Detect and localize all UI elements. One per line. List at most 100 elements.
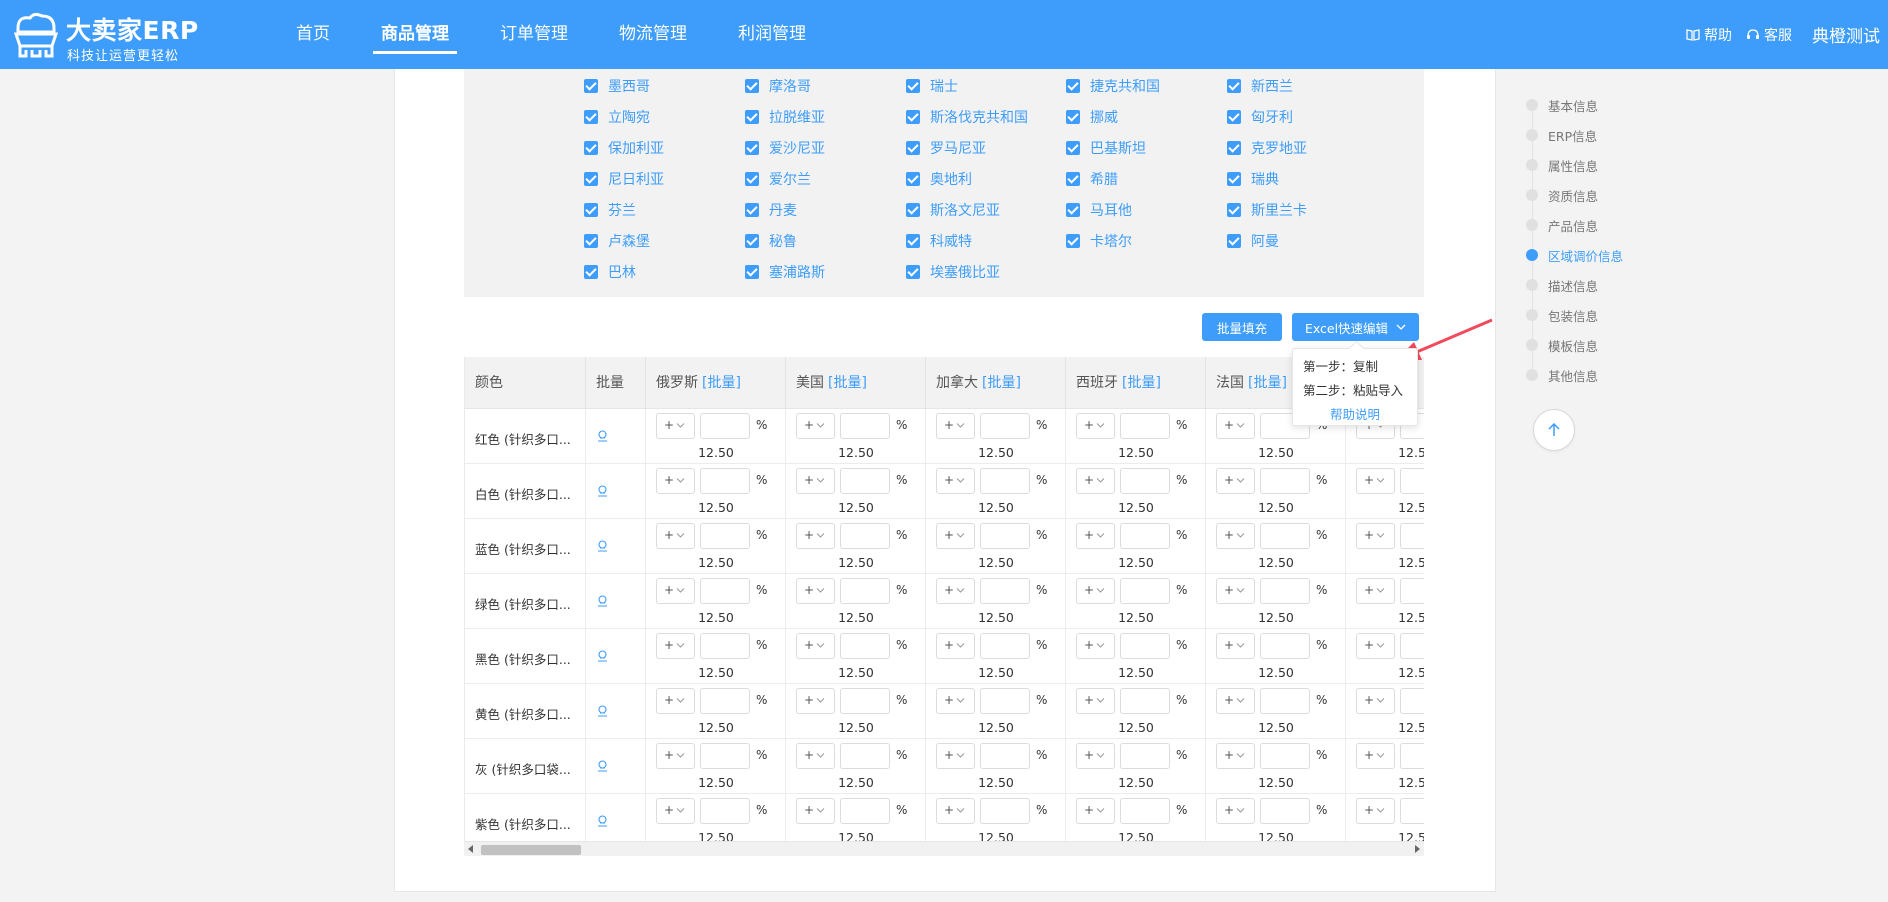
nav-item[interactable]: 订单管理	[484, 0, 584, 69]
operator-select[interactable]: +	[1076, 633, 1115, 659]
dropdown-step2-paste[interactable]: 第二步：粘贴导入	[1303, 380, 1403, 399]
operator-select[interactable]: +	[1076, 798, 1115, 824]
adjust-percent-input[interactable]	[840, 633, 890, 659]
country-checkbox[interactable]: 瑞士	[906, 76, 958, 96]
operator-select[interactable]: +	[1076, 578, 1115, 604]
adjust-percent-input[interactable]	[980, 468, 1030, 494]
country-checkbox[interactable]: 克罗地亚	[1227, 138, 1307, 158]
operator-select[interactable]: +	[796, 578, 835, 604]
operator-select[interactable]: +	[1356, 743, 1395, 769]
batch-edit-icon[interactable]	[597, 430, 608, 442]
operator-select[interactable]: +	[1216, 523, 1255, 549]
adjust-percent-input[interactable]	[1260, 688, 1310, 714]
country-checkbox[interactable]: 卡塔尔	[1066, 231, 1132, 251]
operator-select[interactable]: +	[796, 798, 835, 824]
batch-edit-icon[interactable]	[597, 815, 608, 827]
operator-select[interactable]: +	[1076, 743, 1115, 769]
adjust-percent-input[interactable]	[980, 523, 1030, 549]
country-checkbox[interactable]: 罗马尼亚	[906, 138, 986, 158]
operator-select[interactable]: +	[1216, 633, 1255, 659]
country-checkbox[interactable]: 埃塞俄比亚	[906, 262, 1000, 282]
anchor-link[interactable]: 基本信息	[1526, 95, 1598, 115]
country-checkbox[interactable]: 塞浦路斯	[745, 262, 825, 282]
adjust-percent-input[interactable]	[840, 578, 890, 604]
adjust-percent-input[interactable]	[700, 688, 750, 714]
operator-select[interactable]: +	[1076, 688, 1115, 714]
operator-select[interactable]: +	[656, 578, 695, 604]
anchor-link[interactable]: 属性信息	[1526, 155, 1598, 175]
operator-select[interactable]: +	[1076, 523, 1115, 549]
horizontal-scrollbar[interactable]	[464, 841, 1424, 856]
operator-select[interactable]: +	[656, 468, 695, 494]
adjust-percent-input[interactable]	[1260, 633, 1310, 659]
operator-select[interactable]: +	[1216, 743, 1255, 769]
scroll-left-icon[interactable]	[468, 845, 474, 853]
operator-select[interactable]: +	[656, 743, 695, 769]
adjust-percent-input[interactable]	[840, 523, 890, 549]
adjust-percent-input[interactable]	[980, 688, 1030, 714]
anchor-link[interactable]: 描述信息	[1526, 275, 1598, 295]
nav-item[interactable]: 物流管理	[603, 0, 703, 69]
operator-select[interactable]: +	[796, 468, 835, 494]
adjust-percent-input[interactable]	[840, 468, 890, 494]
country-checkbox[interactable]: 巴林	[584, 262, 636, 282]
batch-edit-icon[interactable]	[597, 650, 608, 662]
operator-select[interactable]: +	[656, 798, 695, 824]
adjust-percent-input[interactable]	[840, 798, 890, 824]
anchor-link[interactable]: 资质信息	[1526, 185, 1598, 205]
operator-select[interactable]: +	[1216, 688, 1255, 714]
operator-select[interactable]: +	[936, 413, 975, 439]
adjust-percent-input[interactable]	[980, 743, 1030, 769]
country-checkbox[interactable]: 捷克共和国	[1066, 76, 1160, 96]
country-checkbox[interactable]: 尼日利亚	[584, 169, 664, 189]
adjust-percent-input[interactable]	[1120, 578, 1170, 604]
adjust-percent-input[interactable]	[980, 633, 1030, 659]
country-checkbox[interactable]: 科威特	[906, 231, 972, 251]
country-checkbox[interactable]: 马耳他	[1066, 200, 1132, 220]
batch-edit-icon[interactable]	[597, 595, 608, 607]
adjust-percent-input[interactable]	[1400, 578, 1424, 604]
operator-select[interactable]: +	[1076, 468, 1115, 494]
batch-link[interactable]: [批量]	[1248, 375, 1287, 391]
country-checkbox[interactable]: 拉脱维亚	[745, 107, 825, 127]
adjust-percent-input[interactable]	[1120, 688, 1170, 714]
operator-select[interactable]: +	[936, 798, 975, 824]
operator-select[interactable]: +	[1216, 578, 1255, 604]
operator-select[interactable]: +	[796, 688, 835, 714]
scrollbar-thumb[interactable]	[481, 845, 581, 855]
country-checkbox[interactable]: 芬兰	[584, 200, 636, 220]
operator-select[interactable]: +	[1356, 798, 1395, 824]
anchor-link[interactable]: 区域调价信息	[1526, 245, 1623, 265]
dropdown-step1-copy[interactable]: 第一步：复制	[1303, 356, 1378, 375]
batch-fill-button[interactable]: 批量填充	[1202, 313, 1282, 341]
batch-edit-icon[interactable]	[597, 485, 608, 497]
country-checkbox[interactable]: 爱尔兰	[745, 169, 811, 189]
operator-select[interactable]: +	[1216, 798, 1255, 824]
dropdown-help-link[interactable]: 帮助说明	[1293, 404, 1417, 423]
anchor-link[interactable]: ERP信息	[1526, 125, 1597, 145]
batch-link[interactable]: [批量]	[982, 375, 1021, 391]
country-checkbox[interactable]: 墨西哥	[584, 76, 650, 96]
adjust-percent-input[interactable]	[840, 688, 890, 714]
batch-edit-icon[interactable]	[597, 760, 608, 772]
country-checkbox[interactable]: 秘鲁	[745, 231, 797, 251]
country-checkbox[interactable]: 挪威	[1066, 107, 1118, 127]
operator-select[interactable]: +	[656, 413, 695, 439]
anchor-link[interactable]: 产品信息	[1526, 215, 1598, 235]
batch-edit-icon[interactable]	[597, 540, 608, 552]
nav-item[interactable]: 利润管理	[722, 0, 822, 69]
adjust-percent-input[interactable]	[1260, 743, 1310, 769]
country-checkbox[interactable]: 匈牙利	[1227, 107, 1293, 127]
country-checkbox[interactable]: 阿曼	[1227, 231, 1279, 251]
operator-select[interactable]: +	[1356, 688, 1395, 714]
adjust-percent-input[interactable]	[1120, 468, 1170, 494]
operator-select[interactable]: +	[1076, 413, 1115, 439]
user-name[interactable]: 典橙测试	[1812, 22, 1880, 47]
adjust-percent-input[interactable]	[700, 468, 750, 494]
adjust-percent-input[interactable]	[1260, 578, 1310, 604]
adjust-percent-input[interactable]	[1260, 798, 1310, 824]
operator-select[interactable]: +	[1356, 523, 1395, 549]
operator-select[interactable]: +	[936, 578, 975, 604]
batch-edit-icon[interactable]	[597, 705, 608, 717]
adjust-percent-input[interactable]	[1120, 798, 1170, 824]
